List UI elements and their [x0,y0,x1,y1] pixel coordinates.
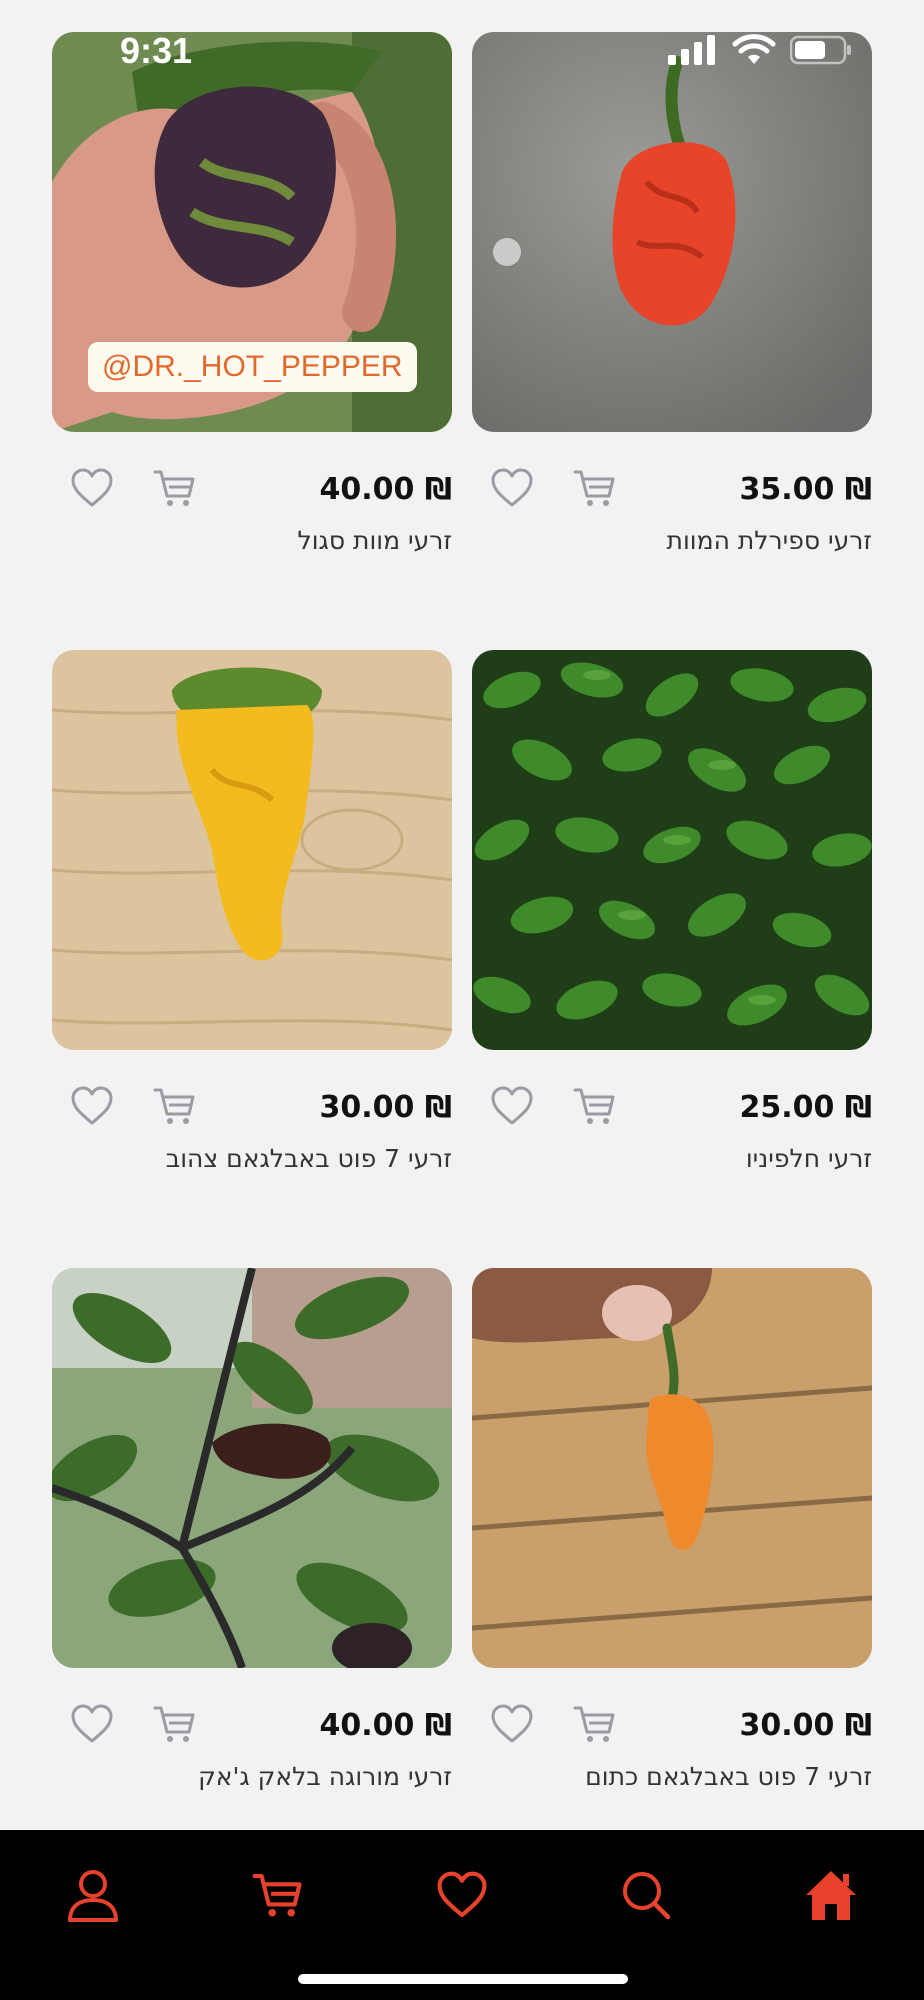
tab-favorites[interactable] [427,1860,497,1930]
product-image-jalapeno-pile[interactable] [472,650,872,1050]
cart-icon [153,1088,195,1124]
product-price: ₪ 35.00 [739,472,872,507]
add-to-cart-button[interactable] [148,1080,200,1132]
tab-home[interactable] [796,1860,866,1930]
product-meta: ₪ 30.00 זרעי 7 פוט באבלגאם צהוב [52,1076,452,1196]
favorite-button[interactable] [66,1698,118,1750]
tab-search[interactable] [611,1860,681,1930]
product-price: ₪ 30.00 [319,1090,452,1125]
cart-icon [573,1706,615,1742]
product-grid: ₪ 35.00 זרעי ספירלת המוות @DR._HOT_PEPPE… [52,32,872,1886]
heart-icon [491,1086,533,1125]
heart-icon [491,468,533,507]
heart-icon [437,1871,487,1918]
product-meta: ₪ 40.00 זרעי מוות סגול [52,458,452,578]
product-image-black-pepper-plant[interactable] [52,1268,452,1668]
favorite-button[interactable] [66,1080,118,1132]
heart-icon [71,1086,113,1125]
product-card[interactable]: ₪ 30.00 זרעי 7 פוט באבלגאם צהוב [52,650,452,1268]
product-price: ₪ 40.00 [319,472,452,507]
favorite-button[interactable] [66,462,118,514]
add-to-cart-button[interactable] [568,462,620,514]
cart-icon [573,1088,615,1124]
search-icon [623,1872,671,1920]
favorite-button[interactable] [486,1698,538,1750]
cart-icon [153,1706,195,1742]
product-name[interactable]: זרעי ספירלת המוות [667,526,872,555]
product-meta: ₪ 25.00 זרעי חלפיניו [472,1076,872,1196]
product-name[interactable]: זרעי חלפיניו [746,1144,872,1173]
product-price: ₪ 30.00 [739,1708,872,1743]
product-card[interactable]: ₪ 40.00 זרעי מורוגה בלאק ג'אק [52,1268,452,1886]
product-card[interactable]: ₪ 25.00 זרעי חלפיניו [472,650,872,1268]
favorite-button[interactable] [486,1080,538,1132]
product-image-orange-pepper[interactable] [472,1268,872,1668]
product-price: ₪ 25.00 [739,1090,872,1125]
heart-icon [71,468,113,507]
heart-icon [491,1704,533,1743]
product-name[interactable]: זרעי 7 פוט באבלגאם כתום [585,1762,872,1791]
home-indicator [298,1974,628,1984]
product-card[interactable]: @DR._HOT_PEPPER ₪ 40.00 זרעי מוות סגול [52,32,452,650]
product-name[interactable]: זרעי מורוגה בלאק ג'אק [198,1762,452,1791]
product-card[interactable]: ₪ 35.00 זרעי ספירלת המוות [472,32,872,650]
profile-icon [68,1870,118,1922]
tab-cart[interactable] [242,1860,312,1930]
product-image-yellow-pepper[interactable] [52,650,452,1050]
favorite-button[interactable] [486,462,538,514]
add-to-cart-button[interactable] [148,462,200,514]
cart-icon [252,1874,302,1917]
cart-icon [153,470,195,506]
product-image-purple-pepper[interactable]: @DR._HOT_PEPPER [52,32,452,432]
watermark-label: @DR._HOT_PEPPER [88,342,417,392]
product-meta: ₪ 30.00 זרעי 7 פוט באבלגאם כתום [472,1694,872,1814]
product-image-red-pepper[interactable] [472,32,872,432]
cart-icon [573,470,615,506]
add-to-cart-button[interactable] [568,1080,620,1132]
home-icon [806,1871,856,1920]
product-meta: ₪ 40.00 זרעי מורוגה בלאק ג'אק [52,1694,452,1814]
product-card[interactable]: ₪ 30.00 זרעי 7 פוט באבלגאם כתום [472,1268,872,1886]
heart-icon [71,1704,113,1743]
product-meta: ₪ 35.00 זרעי ספירלת המוות [472,458,872,578]
add-to-cart-button[interactable] [568,1698,620,1750]
product-name[interactable]: זרעי 7 פוט באבלגאם צהוב [166,1144,452,1173]
tab-profile[interactable] [58,1860,128,1930]
product-price: ₪ 40.00 [319,1708,452,1743]
add-to-cart-button[interactable] [148,1698,200,1750]
product-name[interactable]: זרעי מוות סגול [298,526,452,555]
